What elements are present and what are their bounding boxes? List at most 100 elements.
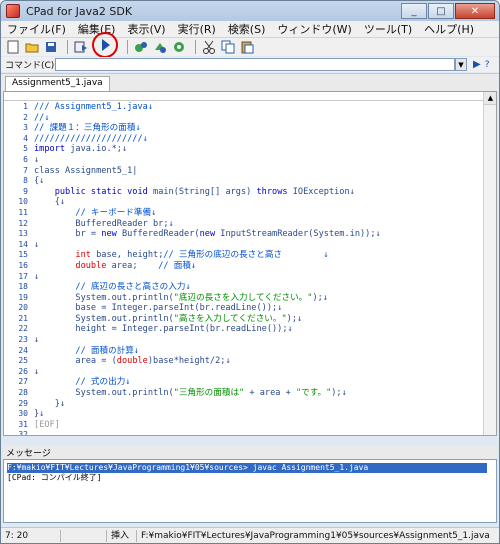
menu-search[interactable]: 検索(S) (222, 21, 272, 37)
file-path: F:¥makio¥FIT¥Lectures¥JavaProgramming1¥0… (141, 530, 490, 541)
code-line: ↓ (34, 366, 40, 377)
window-controls: _ □ ✕ (401, 3, 495, 19)
command-label: コマンド(C) (5, 61, 55, 71)
code-line: // 底辺の長さと高さの入力↓ (34, 282, 191, 293)
menu-file[interactable]: ファイル(F) (1, 21, 72, 37)
line-number: 7 (23, 165, 28, 175)
run-icon[interactable] (102, 38, 110, 51)
code-line: int base, height;// 三角形の底辺の長さと高さ ↓ (75, 250, 329, 261)
maximize-button[interactable]: □ (428, 3, 454, 19)
code-line: // 課題１：三角形の面積↓ (34, 123, 141, 134)
command-run-icon[interactable]: ▶ (473, 59, 481, 70)
code-line: ↓ (34, 239, 40, 250)
cpad-window: CPad for Java2 SDK _ □ ✕ ファイル(F) 編集(E) 表… (0, 0, 500, 544)
run-highlight-circle (92, 31, 118, 58)
code-line: height = Integer.parseInt(br.readLine())… (34, 324, 293, 335)
message-panel-header: メッセージ (3, 445, 497, 459)
code-line: ↓ (34, 335, 40, 346)
code-line: System.out.println("高さを入力してください。");↓ (34, 313, 303, 324)
line-number: 20 (18, 303, 28, 313)
command-dropdown-icon[interactable]: ▼ (455, 58, 467, 71)
line-number-gutter: 1 2 3 4 5 6 7 8 9 10 11 12 13 14 15 16 1… (4, 102, 32, 435)
line-number: 13 (18, 229, 28, 239)
save-icon[interactable] (43, 39, 59, 55)
code-line: base = Integer.parseInt(br.readLine());↓ (34, 303, 283, 314)
tool-green-icon-1[interactable] (133, 39, 149, 55)
paste-icon[interactable] (239, 39, 255, 55)
new-file-icon[interactable] (5, 39, 21, 55)
code-line: //↓ (34, 112, 50, 123)
copy-icon[interactable] (220, 39, 236, 55)
eof-marker: [EOF] (34, 419, 60, 430)
insert-mode: 挿入 (107, 529, 137, 542)
code-line: br = new BufferedReader(new InputStreamR… (34, 229, 381, 240)
code-line: // キーボード準備↓ (34, 207, 157, 218)
line-number: 18 (18, 282, 28, 292)
compile-icon[interactable] (73, 39, 89, 55)
tool-green-icon-2[interactable] (152, 39, 168, 55)
line-number: 31 (18, 419, 28, 429)
line-number: 25 (18, 356, 28, 366)
toolbar (1, 31, 499, 58)
code-line: ↓ (34, 154, 40, 165)
code-line: /////////////////////↓ (34, 133, 148, 144)
minimize-button[interactable]: _ (401, 3, 427, 19)
line-number: 21 (18, 313, 28, 323)
toolbar-separator (67, 40, 68, 54)
column-ruler (4, 92, 496, 101)
line-number: 1 (23, 102, 28, 111)
message-output[interactable]: F:¥makio¥FIT¥Lectures¥JavaProgramming1¥0… (3, 459, 497, 523)
command-input[interactable] (55, 58, 455, 71)
code-line: // 式の出力↓ (34, 377, 131, 388)
code-line: import java.io.*;↓ (34, 144, 128, 155)
tab-assignment5-1[interactable]: Assignment5_1.java (5, 76, 110, 92)
code-line: }↓ (34, 409, 45, 420)
line-number: 30 (18, 409, 28, 419)
line-number: 19 (18, 292, 28, 302)
line-number: 22 (18, 324, 28, 334)
code-line: double area; // 面積↓ (75, 260, 197, 271)
status-bar: 7: 20 挿入 F:¥makio¥FIT¥Lectures¥JavaProgr… (1, 527, 499, 543)
code-area[interactable]: /// Assignment5_1.java↓ //↓ // 課題１：三角形の面… (34, 102, 482, 435)
open-folder-icon[interactable] (24, 39, 40, 55)
line-number: 15 (18, 250, 28, 260)
close-button[interactable]: ✕ (455, 3, 495, 19)
menu-window[interactable]: ウィンドウ(W) (271, 21, 357, 37)
message-line-command: F:¥makio¥FIT¥Lectures¥JavaProgramming1¥0… (7, 463, 487, 473)
title-bar: CPad for Java2 SDK _ □ ✕ (1, 1, 499, 21)
line-number: 3 (23, 123, 28, 133)
line-number: 29 (18, 398, 28, 408)
code-line: class Assignment5_1| (34, 165, 138, 176)
line-number: 12 (18, 218, 28, 228)
line-number: 28 (18, 388, 28, 398)
line-number: 5 (23, 144, 28, 154)
code-line: // 面積の計算↓ (34, 345, 140, 356)
command-help-icon[interactable]: ? (485, 60, 490, 70)
code-line: {↓ (34, 176, 45, 187)
menu-run[interactable]: 実行(R) (172, 21, 222, 37)
code-line: area = (double)base*height/2;↓ (34, 356, 231, 367)
line-number: 9 (23, 186, 28, 196)
code-line: BufferedReader br;↓ (34, 218, 174, 229)
message-line-status: [CPad: コンパイル終了] (7, 473, 102, 482)
toolbar-separator (195, 40, 196, 54)
line-number: 24 (18, 345, 28, 355)
tool-green-icon-3[interactable] (171, 39, 187, 55)
cursor-position: 7: 20 (1, 529, 61, 542)
line-number: 26 (18, 366, 28, 376)
window-title: CPad for Java2 SDK (26, 4, 133, 18)
code-line: System.out.println("三角形の面積は" + area + "で… (34, 388, 347, 399)
scroll-up-icon[interactable]: ▲ (484, 92, 496, 105)
menu-tools[interactable]: ツール(T) (358, 21, 418, 37)
cut-icon[interactable] (201, 39, 217, 55)
code-line: public static void main(String[] args) t… (54, 186, 355, 197)
line-number: 10 (18, 197, 28, 207)
code-line: /// Assignment5_1.java↓ (34, 102, 153, 112)
menu-help[interactable]: ヘルプ(H) (418, 21, 480, 37)
code-line: {↓ (34, 197, 66, 208)
menu-bar: ファイル(F) 編集(E) 表示(V) 実行(R) 検索(S) ウィンドウ(W)… (1, 21, 499, 38)
menu-view[interactable]: 表示(V) (121, 21, 171, 37)
code-editor[interactable]: 1 2 3 4 5 6 7 8 9 10 11 12 13 14 15 16 1… (3, 91, 497, 436)
line-number: 4 (23, 133, 28, 143)
editor-vertical-scrollbar[interactable]: ▲ (483, 92, 496, 435)
